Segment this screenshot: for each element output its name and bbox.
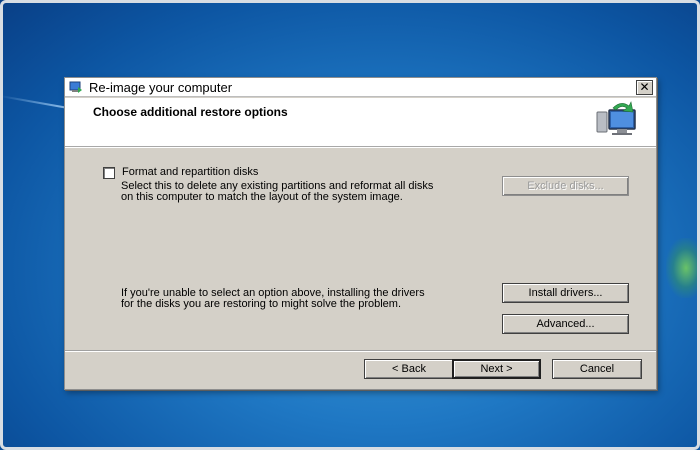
page-title: Choose additional restore options — [93, 105, 288, 119]
advanced-button[interactable]: Advanced... — [502, 314, 629, 334]
format-disks-checkbox[interactable] — [103, 167, 115, 179]
wallpaper-streak — [0, 95, 70, 110]
format-disks-description-2: on this computer to match the layout of … — [121, 191, 403, 203]
windows-logo-glow — [666, 238, 700, 298]
drivers-description-2: for the disks you are restoring to might… — [121, 298, 402, 310]
close-icon: ✕ — [639, 80, 650, 94]
close-button[interactable]: ✕ — [636, 80, 653, 95]
format-disks-label[interactable]: Format and repartition disks — [122, 166, 258, 178]
reimage-dialog: Re-image your computer ✕ Choose addition… — [64, 77, 657, 390]
dialog-title: Re-image your computer — [89, 80, 233, 95]
install-drivers-button[interactable]: Install drivers... — [502, 283, 629, 303]
system-restore-icon — [69, 81, 82, 93]
cancel-button[interactable]: Cancel — [552, 359, 642, 379]
footer-separator — [65, 350, 656, 352]
wizard-header: Choose additional restore options — [65, 98, 656, 147]
exclude-disks-button[interactable]: Exclude disks... — [502, 176, 629, 196]
computer-restore-icon — [596, 101, 636, 135]
title-bar[interactable]: Re-image your computer ✕ — [65, 78, 656, 97]
next-button[interactable]: Next > — [452, 359, 541, 379]
back-button[interactable]: < Back — [364, 359, 454, 379]
